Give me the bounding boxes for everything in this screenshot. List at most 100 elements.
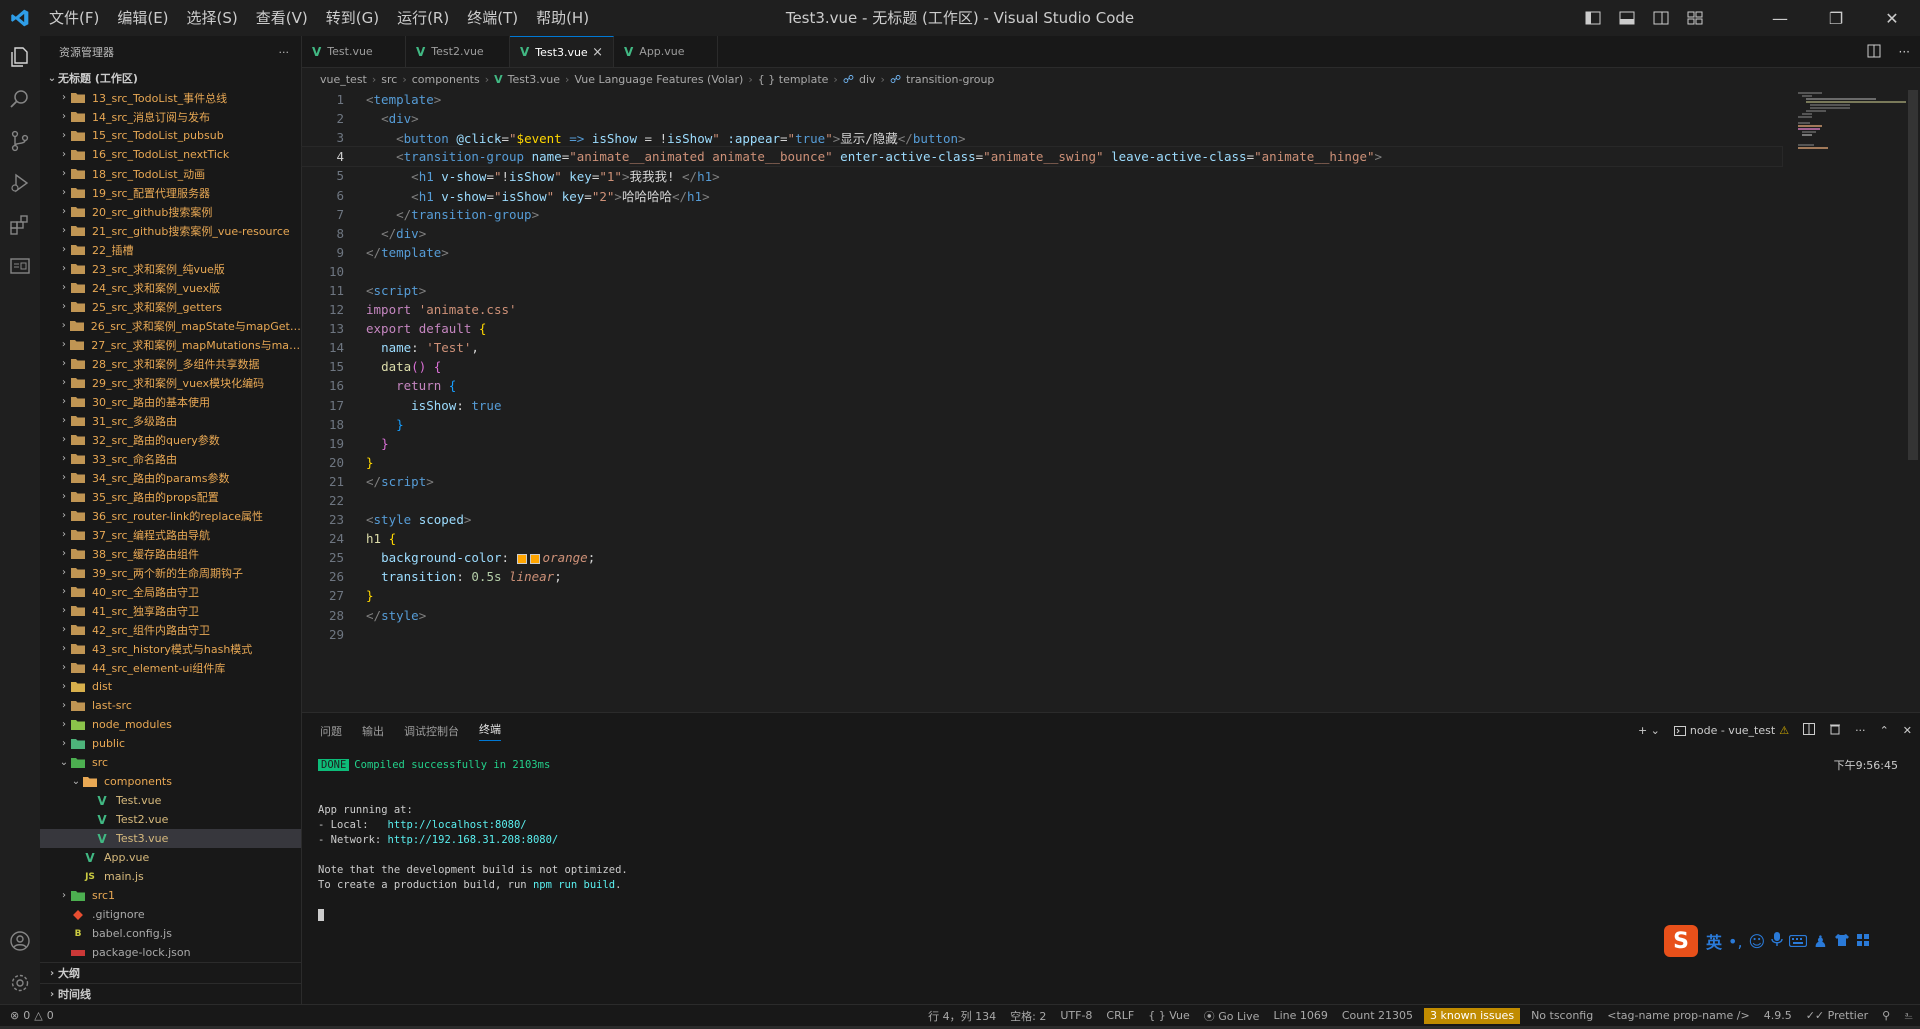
tab-terminal[interactable]: 终端 <box>479 721 501 741</box>
tab-test2-vue[interactable]: V Test2.vue <box>406 36 510 67</box>
terminal-instance[interactable]: node - vue_test ⚠ <box>1673 724 1789 737</box>
tree-item[interactable]: › 15_src_TodoList_pubsub <box>40 126 301 145</box>
tree-item[interactable]: › node_modules <box>40 715 301 734</box>
problems-status[interactable]: ⊗ 0 △ 0 <box>10 1009 54 1022</box>
search-icon[interactable] <box>0 78 40 120</box>
more-actions-icon[interactable]: ··· <box>1855 724 1866 737</box>
tab-output[interactable]: 输出 <box>362 723 384 739</box>
breadcrumb-item[interactable]: div <box>859 73 876 86</box>
menu-view[interactable]: 查看(V) <box>247 0 317 36</box>
kill-terminal-icon[interactable] <box>1829 723 1841 738</box>
tree-item[interactable]: › 28_src_求和案例_多组件共享数据 <box>40 354 301 373</box>
code-line[interactable]: 13 export default { <box>302 319 1782 338</box>
tree-item[interactable]: › 25_src_求和案例_getters <box>40 297 301 316</box>
tree-item[interactable]: › 24_src_求和案例_vuex版 <box>40 278 301 297</box>
menu-edit[interactable]: 编辑(E) <box>108 0 177 36</box>
tree-item[interactable]: › 30_src_路由的基本使用 <box>40 392 301 411</box>
toolbox-grid-icon[interactable] <box>1856 932 1870 951</box>
breadcrumb-item[interactable]: transition-group <box>906 73 994 86</box>
breadcrumb-item[interactable]: vue_test <box>320 73 367 86</box>
terminal-output[interactable]: DONE Compiled successfully in 2103ms App … <box>318 757 628 922</box>
code-line[interactable]: 21 </script> <box>302 472 1782 491</box>
code-line[interactable]: 20} <box>302 453 1782 472</box>
tab-test-vue[interactable]: V Test.vue <box>302 36 406 67</box>
tree-item[interactable]: › 40_src_全局路由守卫 <box>40 582 301 601</box>
tree-item[interactable]: .gitignore <box>40 905 301 924</box>
go-live[interactable]: ⦿ Go Live <box>1197 1008 1267 1024</box>
language-mode[interactable]: { } Vue <box>1141 1009 1197 1022</box>
code-line[interactable]: 11 <script> <box>302 281 1782 300</box>
code-line[interactable]: 22 <box>302 491 1782 510</box>
extensions-icon[interactable] <box>0 204 40 246</box>
code-line[interactable]: 24 h1 { <box>302 529 1782 548</box>
tab-test3-vue[interactable]: V Test3.vue × <box>510 36 614 67</box>
code-line[interactable]: 18 } <box>302 415 1782 434</box>
tree-item[interactable]: › 39_src_两个新的生命周期钩子 <box>40 563 301 582</box>
tree-item[interactable]: › 29_src_求和案例_vuex模块化编码 <box>40 373 301 392</box>
menu-file[interactable]: 文件(F) <box>40 0 108 36</box>
tree-item[interactable]: › 23_src_求和案例_纯vue版 <box>40 259 301 278</box>
toggle-primary-sidebar-icon[interactable] <box>1576 0 1610 36</box>
tree-item[interactable]: Bbabel.config.js <box>40 924 301 943</box>
menu-terminal[interactable]: 终端(T) <box>458 0 527 36</box>
code-line[interactable]: 3 <button @click="$event => isShow = !is… <box>302 128 1782 147</box>
toggle-secondary-sidebar-icon[interactable] <box>1644 0 1678 36</box>
prettier-status[interactable]: ✓✓ Prettier <box>1799 1009 1875 1022</box>
network-url-link[interactable]: http://192.168.31.208:8080/ <box>388 834 559 846</box>
close-panel-icon[interactable]: ✕ <box>1903 724 1912 737</box>
source-control-icon[interactable] <box>0 120 40 162</box>
split-terminal-icon[interactable] <box>1803 723 1816 738</box>
ts-version[interactable]: 4.9.5 <box>1757 1009 1799 1022</box>
breadcrumb-item[interactable]: components <box>412 73 480 86</box>
tree-item[interactable]: › 44_src_element-ui组件库 <box>40 658 301 677</box>
restore-button[interactable]: ❐ <box>1808 0 1864 36</box>
tab-debug-console[interactable]: 调试控制台 <box>404 723 459 739</box>
remote-explorer-icon[interactable] <box>0 246 40 288</box>
maximize-panel-icon[interactable]: ⌃ <box>1880 724 1889 737</box>
code-line[interactable]: 4 <transition-group name="animate__anima… <box>301 146 1783 168</box>
code-line[interactable]: 5 <h1 v-show="!isShow" key="1">我我我! </h1… <box>302 166 1782 185</box>
local-url-link[interactable]: http://localhost:8080/ <box>388 819 527 831</box>
tree-item[interactable]: package-lock.json <box>40 943 301 962</box>
code-line[interactable]: 26 transition: 0.5s linear; <box>302 567 1782 586</box>
tree-item[interactable]: › 20_src_github搜索案例 <box>40 202 301 221</box>
breadcrumb-item[interactable]: src <box>381 73 397 86</box>
breadcrumb-item[interactable]: Test3.vue <box>508 73 560 86</box>
breadcrumb-item[interactable]: { } template <box>758 73 829 86</box>
menu-selection[interactable]: 选择(S) <box>178 0 247 36</box>
tree-item[interactable]: › 35_src_路由的props配置 <box>40 487 301 506</box>
account-icon[interactable] <box>0 920 40 962</box>
code-line[interactable]: 14 name: 'Test', <box>302 338 1782 357</box>
feedback-icon[interactable]: ⚲ <box>1875 1009 1897 1022</box>
code-line[interactable]: 6 <h1 v-show="isShow" key="2">哈哈哈哈</h1> <box>302 185 1782 204</box>
explorer-more-icon[interactable]: ··· <box>279 46 290 59</box>
minimap[interactable] <box>1796 90 1906 170</box>
microphone-icon[interactable] <box>1771 931 1783 951</box>
more-actions-icon[interactable]: ··· <box>1899 45 1910 59</box>
new-terminal-icon[interactable]: + ⌄ <box>1638 724 1660 737</box>
outline-section[interactable]: › 大纲 <box>40 962 301 983</box>
run-debug-icon[interactable] <box>0 162 40 204</box>
ime-mode[interactable]: 英 <box>1706 929 1722 953</box>
code-line[interactable]: 19 } <box>302 434 1782 453</box>
customize-layout-icon[interactable] <box>1678 0 1712 36</box>
tree-item[interactable]: › 32_src_路由的query参数 <box>40 430 301 449</box>
toggle-panel-icon[interactable] <box>1610 0 1644 36</box>
code-line[interactable]: 15 data() { <box>302 357 1782 376</box>
user-icon[interactable]: ♟ <box>1813 932 1827 951</box>
notifications-bell-icon[interactable]: ⎁ <box>1897 1009 1920 1023</box>
editor-scrollbar[interactable] <box>1906 90 1920 460</box>
tree-item[interactable]: › 38_src_缓存路由组件 <box>40 544 301 563</box>
tree-item[interactable]: › 13_src_TodoList_事件总线 <box>40 88 301 107</box>
code-line[interactable]: 2 <div> <box>302 109 1782 128</box>
code-line[interactable]: 8 </div> <box>302 224 1782 243</box>
minimize-button[interactable]: — <box>1752 0 1808 36</box>
workspace-header[interactable]: ⌄ 无标题 (工作区) <box>40 68 301 88</box>
tree-item[interactable]: › 26_src_求和案例_mapState与mapGetters <box>40 316 301 335</box>
tree-item[interactable]: ⌄ src <box>40 753 301 772</box>
tree-item[interactable]: › 21_src_github搜索案例_vue-resource <box>40 221 301 240</box>
tree-item[interactable]: › last-src <box>40 696 301 715</box>
code-line[interactable]: 9 </template> <box>302 243 1782 262</box>
tree-item[interactable]: V Test2.vue <box>40 810 301 829</box>
cursor-position[interactable]: 行 4，列 134 <box>921 1008 1003 1024</box>
